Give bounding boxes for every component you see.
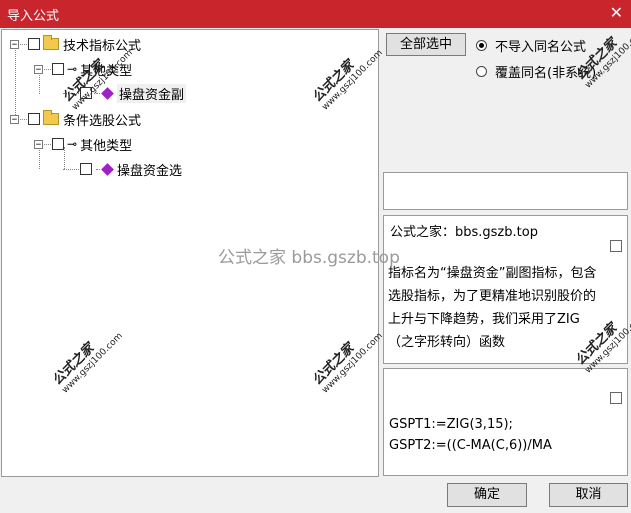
checkbox[interactable]: [80, 163, 92, 175]
collapse-icon[interactable]: −: [10, 114, 19, 124]
tree-node-label: 操盘资金副: [117, 83, 187, 103]
radio-skip-duplicates[interactable]: 不导入同名公式: [476, 36, 586, 55]
tree-node-selection[interactable]: − 条件选股公式: [10, 109, 141, 129]
checkbox[interactable]: [28, 38, 40, 50]
collapse-icon[interactable]: −: [34, 139, 43, 149]
window-title: 导入公式: [7, 9, 60, 24]
checkbox[interactable]: [610, 392, 622, 404]
watermark-stamp: 公式之家 www.gszj100.com: [309, 331, 385, 396]
radio-button[interactable]: [476, 66, 487, 77]
code-line: GSPT1:=ZIG(3,15);: [389, 417, 513, 432]
checkbox[interactable]: [52, 63, 64, 75]
title-bar: 导入公式 ✕: [0, 0, 631, 28]
watermark-stamp: 公式之家 www.gszj100.com: [49, 331, 125, 396]
description-text: 指标名为“操盘资金”副图指标，包含选股指标，为了更精准地识别股价的上升与下降趋势…: [388, 266, 597, 350]
radio-label: 不导入同名公式: [495, 40, 587, 55]
checkbox[interactable]: [610, 240, 622, 252]
select-all-button[interactable]: 全部选中: [386, 33, 466, 56]
formula-icon: [101, 162, 114, 176]
center-watermark: 公式之家 bbs.gszb.top: [218, 248, 400, 268]
code-panel: GSPT1:=ZIG(3,15); GSPT2:=((C-MA(C,6))/MA: [383, 368, 628, 476]
tree-node-label: 其他类型: [80, 138, 133, 154]
collapse-icon[interactable]: −: [10, 39, 19, 49]
radio-button[interactable]: [476, 40, 487, 51]
description-header: 公式之家：bbs.gszb.top: [390, 225, 538, 240]
tree-node-other-type-2[interactable]: − ⊸ 其他类型: [34, 134, 132, 154]
tree-leaf-caopan-xuan[interactable]: 操盘资金选: [62, 159, 182, 179]
code-line: GSPT2:=((C-MA(C,6))/MA: [389, 438, 552, 453]
checkbox[interactable]: [28, 113, 40, 125]
key-icon: ⊸: [67, 137, 77, 151]
blank-panel: [383, 172, 628, 210]
folder-icon: [43, 35, 59, 50]
ok-button[interactable]: 确定: [447, 483, 527, 507]
watermark-stamp: 公式之家 www.gszj100.com: [309, 48, 385, 113]
folder-icon: [43, 110, 59, 125]
collapse-icon[interactable]: −: [34, 64, 43, 74]
tree-node-label: 操盘资金选: [117, 163, 183, 179]
formula-icon: [101, 86, 114, 100]
cancel-button[interactable]: 取消: [549, 483, 628, 507]
tree-node-label: 条件选股公式: [63, 113, 142, 129]
checkbox[interactable]: [52, 138, 64, 150]
